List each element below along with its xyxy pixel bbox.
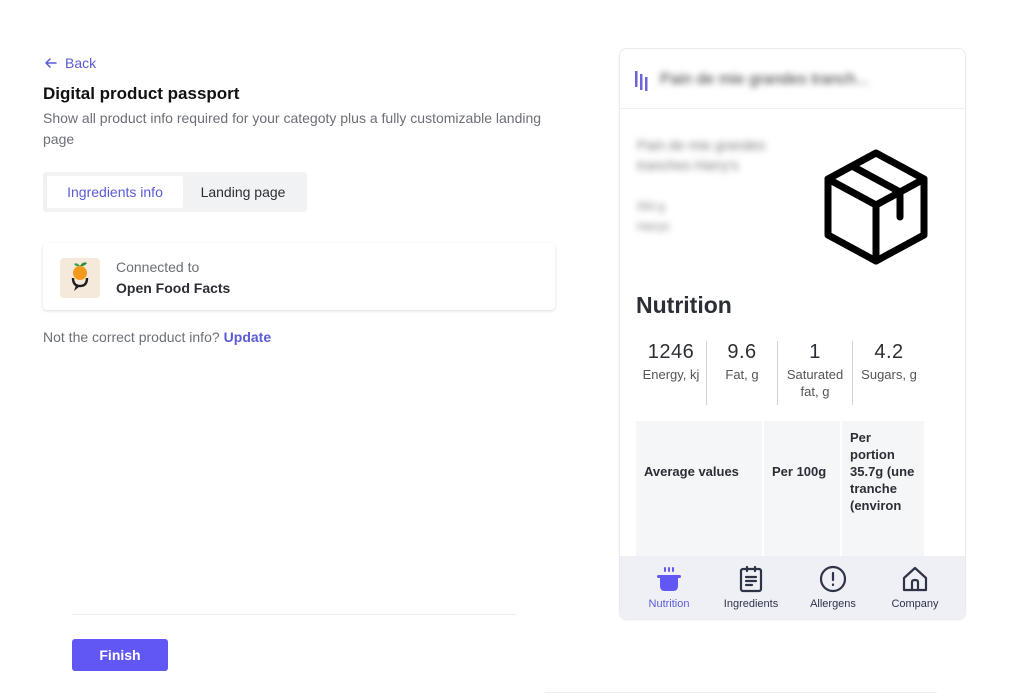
package-box-icon <box>824 149 928 265</box>
back-link[interactable]: Back <box>43 55 96 71</box>
stat-value: 4.2 <box>874 341 904 363</box>
connection-card: Connected to Open Food Facts <box>43 243 555 310</box>
nav-nutrition[interactable]: Nutrition <box>626 556 712 619</box>
home-icon <box>902 566 928 592</box>
back-label: Back <box>65 55 97 71</box>
preview-title: Pain de mie grandes tranch... <box>660 71 870 88</box>
product-name: Pain de mie grandes tranches Harry's <box>637 137 766 173</box>
alert-circle-icon <box>819 565 847 593</box>
update-link[interactable]: Update <box>224 329 271 345</box>
bottom-divider <box>545 692 937 693</box>
open-food-facts-logo-icon <box>60 258 100 298</box>
page-description: Show all product info required for your … <box>43 110 542 147</box>
tab-ingredients-info[interactable]: Ingredients info <box>47 176 183 208</box>
stat-divider <box>852 341 853 405</box>
product-brand: Harrys <box>637 221 670 233</box>
stat-label: Fat, g <box>725 367 759 382</box>
table-header-per-100g: Per 100g <box>764 421 840 557</box>
nav-label: Allergens <box>810 598 856 610</box>
stat-divider <box>777 341 778 405</box>
table-header-average: Average values <box>636 421 762 557</box>
stat-label: Sugars, g <box>861 367 917 382</box>
preview-bottom-nav: Nutrition Ingredients Allergens Company <box>620 556 965 619</box>
nav-label: Nutrition <box>648 598 690 610</box>
stat-fat: 9.6 Fat, g <box>708 341 776 383</box>
stat-label: Energy, kj <box>642 367 700 382</box>
stat-sugars: 4.2 Sugars, g <box>854 341 924 383</box>
preview-header: Pain de mie grandes tranch... <box>620 49 965 109</box>
landing-preview: Pain de mie grandes tranch... Pain de mi… <box>619 48 966 620</box>
nutrition-heading: Nutrition <box>636 292 732 318</box>
nutrition-table: Average values Per 100g Per portion 35.7… <box>636 421 924 557</box>
nav-label: Company <box>891 598 939 610</box>
stat-label: Saturated fat, g <box>786 367 844 399</box>
stat-value: 1246 <box>647 341 695 363</box>
nav-ingredients[interactable]: Ingredients <box>708 556 794 619</box>
product-detail: 550 g <box>637 201 665 213</box>
nav-company[interactable]: Company <box>872 556 958 619</box>
connection-name: Open Food Facts <box>116 280 231 296</box>
finish-button[interactable]: Finish <box>72 639 168 671</box>
tab-landing-page[interactable]: Landing page <box>183 176 303 208</box>
arrow-left-icon <box>45 58 57 68</box>
prompt-text: Not the correct product info? <box>43 329 220 345</box>
stat-value: 1 <box>809 341 821 363</box>
connection-label: Connected to <box>116 259 200 275</box>
page-title: Digital product passport <box>43 84 240 103</box>
stat-saturated-fat: 1 Saturated fat, g <box>779 341 851 400</box>
incorrect-info-prompt: Not the correct product info? Update <box>43 329 271 345</box>
pot-icon <box>657 567 681 591</box>
tab-bar: Ingredients info Landing page <box>43 172 307 212</box>
footer-divider <box>72 614 516 615</box>
stat-divider <box>706 341 707 405</box>
brand-logo-icon <box>635 71 648 91</box>
table-header-per-portion: Per portion 35.7g (une tranche (environ <box>842 421 924 557</box>
nav-label: Ingredients <box>723 598 779 610</box>
clipboard-list-icon <box>739 565 763 593</box>
nav-allergens[interactable]: Allergens <box>790 556 876 619</box>
stat-energy: 1246 Energy, kj <box>638 341 704 383</box>
stat-value: 9.6 <box>727 341 757 363</box>
